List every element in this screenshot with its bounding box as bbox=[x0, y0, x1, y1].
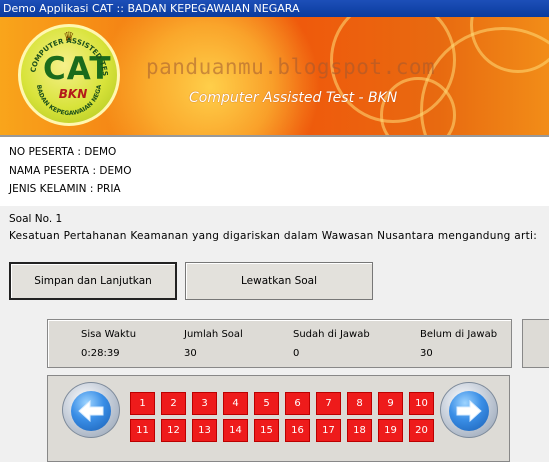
unanswered-label: Belum di Jawab bbox=[420, 329, 498, 340]
window-title: Demo Applikasi CAT :: BADAN KEPEGAWAIAN … bbox=[3, 2, 300, 15]
window-titlebar: Demo Applikasi CAT :: BADAN KEPEGAWAIAN … bbox=[0, 0, 549, 17]
question-nav-button[interactable]: 1 bbox=[130, 392, 155, 415]
question-nav-button[interactable]: 7 bbox=[316, 392, 341, 415]
side-panel-button[interactable] bbox=[522, 319, 549, 368]
status-panel: Sisa Waktu 0:28:39 Jumlah Soal 30 Sudah … bbox=[47, 319, 512, 368]
header-banner: ♛ COMPUTER ASSISTED TEST BADAN KEPEGAWAI… bbox=[0, 17, 549, 135]
total-questions-value: 30 bbox=[184, 348, 197, 359]
total-questions-label: Jumlah Soal bbox=[184, 329, 243, 340]
svg-text:COMPUTER ASSISTED TEST: COMPUTER ASSISTED TEST bbox=[21, 27, 109, 76]
question-nav-button[interactable]: 3 bbox=[192, 392, 217, 415]
skip-question-button[interactable]: Lewatkan Soal bbox=[185, 262, 373, 300]
question-nav-button[interactable]: 12 bbox=[161, 419, 186, 442]
participant-number: NO PESERTA : DEMO bbox=[9, 146, 117, 158]
participant-name: NAMA PESERTA : DEMO bbox=[9, 165, 132, 177]
answered-value: 0 bbox=[293, 348, 300, 359]
question-nav-button[interactable]: 16 bbox=[285, 419, 310, 442]
question-text: Kesatuan Pertahanan Keamanan yang digari… bbox=[9, 230, 538, 242]
answered-label: Sudah di Jawab bbox=[293, 329, 370, 340]
arrow-right-icon[interactable] bbox=[440, 382, 498, 438]
time-left-value: 0:28:39 bbox=[81, 348, 120, 359]
question-nav-button[interactable]: 9 bbox=[378, 392, 403, 415]
question-nav-button[interactable]: 5 bbox=[254, 392, 279, 415]
unanswered-value: 30 bbox=[420, 348, 433, 359]
cat-bkn-logo: ♛ COMPUTER ASSISTED TEST BADAN KEPEGAWAI… bbox=[18, 24, 120, 126]
logo-ring: COMPUTER ASSISTED TEST BADAN KEPEGAWAIAN… bbox=[21, 27, 109, 117]
question-nav-button[interactable]: 17 bbox=[316, 419, 341, 442]
banner-subtitle: Computer Assisted Test - BKN bbox=[189, 90, 398, 106]
question-nav-button[interactable]: 13 bbox=[192, 419, 217, 442]
question-number: Soal No. 1 bbox=[9, 213, 63, 225]
question-nav-button[interactable]: 2 bbox=[161, 392, 186, 415]
time-left-label: Sisa Waktu bbox=[81, 329, 137, 340]
arrow-left-icon[interactable] bbox=[62, 382, 120, 438]
question-nav-button[interactable]: 18 bbox=[347, 419, 372, 442]
question-nav-button[interactable]: 20 bbox=[409, 419, 434, 442]
participant-gender: JENIS KELAMIN : PRIA bbox=[9, 183, 121, 195]
question-nav-button[interactable]: 4 bbox=[223, 392, 248, 415]
question-nav-button[interactable]: 14 bbox=[223, 419, 248, 442]
question-nav-button[interactable]: 10 bbox=[409, 392, 434, 415]
save-next-button[interactable]: Simpan dan Lanjutkan bbox=[9, 262, 177, 300]
question-nav-button[interactable]: 6 bbox=[285, 392, 310, 415]
question-nav-button[interactable]: 8 bbox=[347, 392, 372, 415]
question-nav-button[interactable]: 15 bbox=[254, 419, 279, 442]
question-nav-button[interactable]: 11 bbox=[130, 419, 155, 442]
question-nav-button[interactable]: 19 bbox=[378, 419, 403, 442]
participant-info: NO PESERTA : DEMO NAMA PESERTA : DEMO JE… bbox=[0, 135, 549, 208]
watermark-text: panduanmu.blogspot.com bbox=[146, 55, 436, 79]
